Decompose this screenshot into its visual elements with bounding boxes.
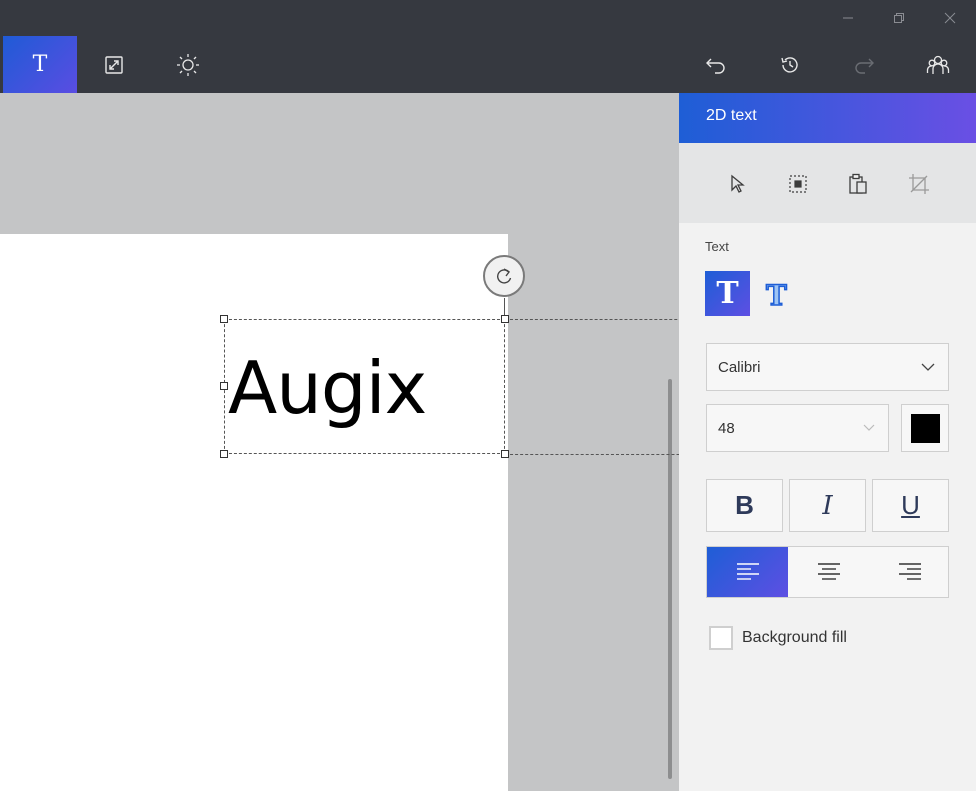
effects-button[interactable] bbox=[151, 36, 225, 93]
background-fill-checkbox[interactable] bbox=[709, 626, 733, 650]
undo-button[interactable] bbox=[679, 36, 753, 93]
font-value: Calibri bbox=[718, 359, 761, 376]
font-size-dropdown[interactable]: 48 bbox=[706, 404, 889, 452]
crop-tool[interactable] bbox=[903, 168, 935, 200]
close-button[interactable] bbox=[925, 0, 975, 36]
align-left-icon bbox=[736, 563, 759, 580]
resize-canvas-button[interactable] bbox=[77, 36, 151, 93]
toolbar: T bbox=[0, 36, 976, 93]
text-section-label: Text bbox=[705, 239, 729, 254]
align-right-icon bbox=[898, 563, 921, 580]
redo-button[interactable] bbox=[827, 36, 901, 93]
close-icon bbox=[944, 12, 956, 24]
resize-handle-top-right[interactable] bbox=[501, 315, 509, 323]
resize-handle-bottom-left[interactable] bbox=[220, 450, 228, 458]
title-bar bbox=[0, 0, 976, 36]
crop-icon bbox=[909, 174, 929, 194]
plain-text-icon: T bbox=[716, 276, 739, 311]
restore-button[interactable] bbox=[874, 0, 924, 36]
svg-text:T: T bbox=[766, 279, 787, 309]
minimize-button[interactable] bbox=[823, 0, 873, 36]
brightness-icon bbox=[177, 53, 199, 76]
history-icon bbox=[781, 56, 798, 73]
canvas-area[interactable]: Augix bbox=[0, 93, 737, 791]
select-all-tool[interactable] bbox=[782, 168, 814, 200]
undo-icon bbox=[706, 58, 725, 74]
rotate-handle[interactable] bbox=[483, 255, 525, 297]
people-icon bbox=[926, 55, 950, 74]
fancy-text-icon: T bbox=[765, 279, 788, 309]
redo-icon bbox=[855, 58, 874, 74]
font-dropdown[interactable]: Calibri bbox=[706, 343, 949, 391]
align-center-icon bbox=[817, 563, 840, 580]
panel-title: 2D text bbox=[706, 107, 757, 124]
bold-button[interactable]: B bbox=[706, 479, 783, 532]
text-tool-icon: T bbox=[32, 52, 48, 77]
resize-handle-bottom-right[interactable] bbox=[501, 450, 509, 458]
resize-canvas-icon bbox=[105, 55, 123, 74]
people-button[interactable] bbox=[901, 36, 975, 93]
resize-handle-left[interactable] bbox=[220, 382, 228, 390]
alignment-group bbox=[706, 546, 949, 598]
text-color-picker[interactable] bbox=[901, 404, 949, 452]
select-all-icon bbox=[789, 175, 807, 193]
italic-label: I bbox=[822, 490, 833, 521]
bold-label: B bbox=[735, 490, 754, 520]
align-center-button[interactable] bbox=[788, 547, 869, 597]
selection-tools bbox=[679, 143, 976, 223]
text-tool-button[interactable]: T bbox=[3, 36, 77, 93]
underline-button[interactable]: U bbox=[872, 479, 949, 532]
select-tool[interactable] bbox=[721, 168, 753, 200]
paste-icon bbox=[849, 173, 867, 194]
pointer-icon bbox=[731, 174, 745, 193]
selection-box[interactable] bbox=[224, 319, 505, 454]
plain-text-style-button[interactable]: T bbox=[705, 271, 750, 316]
underline-label: U bbox=[901, 490, 920, 520]
text-panel: 2D text Text T T Calibri 48 B I U Backgr… bbox=[679, 93, 976, 791]
rotate-icon bbox=[497, 268, 512, 284]
vertical-scrollbar[interactable] bbox=[668, 379, 672, 779]
chevron-down-icon bbox=[863, 424, 875, 431]
resize-handle-top-left[interactable] bbox=[220, 315, 228, 323]
history-button[interactable] bbox=[753, 36, 827, 93]
minimize-icon bbox=[843, 17, 853, 19]
italic-button[interactable]: I bbox=[789, 479, 866, 532]
restore-icon bbox=[894, 13, 904, 23]
canvas-page[interactable] bbox=[0, 234, 508, 791]
fancy-text-style-button[interactable]: T bbox=[755, 271, 800, 316]
chevron-down-icon bbox=[921, 363, 935, 371]
paste-tool[interactable] bbox=[842, 168, 874, 200]
background-fill-label[interactable]: Background fill bbox=[742, 629, 847, 647]
align-left-button[interactable] bbox=[707, 547, 788, 597]
font-size-value: 48 bbox=[718, 420, 735, 437]
align-right-button[interactable] bbox=[869, 547, 950, 597]
text-color-swatch bbox=[911, 414, 940, 443]
panel-header: 2D text bbox=[679, 93, 976, 143]
